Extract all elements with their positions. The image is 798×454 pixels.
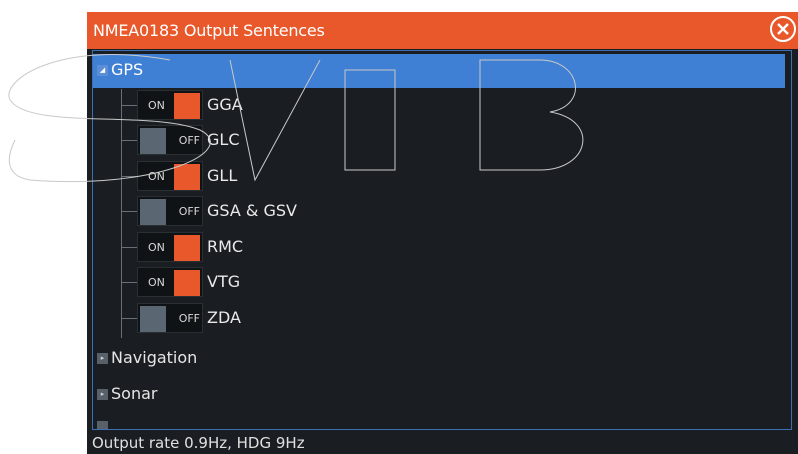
nmea-output-dialog: NMEA0183 Output Sentences ◢ GPS ON GGA O… <box>87 12 798 454</box>
toggle-zda[interactable]: OFF <box>137 303 203 333</box>
toggle-vtg[interactable]: ON <box>137 267 203 297</box>
tree-connector-branch <box>121 140 137 141</box>
toggle-state: ON <box>148 241 165 254</box>
toggle-knob <box>140 306 166 332</box>
expand-triangle-icon[interactable]: ▸ <box>97 353 108 364</box>
category-label: Sonar <box>111 384 158 403</box>
dialog-title: NMEA0183 Output Sentences <box>93 21 325 40</box>
toggle-rmc[interactable]: ON <box>137 232 203 262</box>
toggle-glc[interactable]: OFF <box>137 125 203 155</box>
toggle-gsa-gsv[interactable]: OFF <box>137 196 203 226</box>
sentence-label-zda: ZDA <box>207 308 241 327</box>
expand-triangle-icon[interactable]: ▸ <box>97 389 108 400</box>
tree-connector-branch <box>121 282 137 283</box>
category-label: Navigation <box>111 348 198 367</box>
toggle-knob <box>174 164 200 190</box>
toggle-knob <box>174 270 200 296</box>
toggle-state: ON <box>148 170 165 183</box>
sentence-label-gga: GGA <box>207 95 243 114</box>
sentence-label-gsa-gsv: GSA & GSV <box>207 201 297 220</box>
toggle-knob <box>140 199 166 225</box>
toggle-knob <box>174 93 200 119</box>
tree-connector-branch <box>121 211 137 212</box>
toggle-knob <box>140 128 166 154</box>
sentence-label-rmc: RMC <box>207 237 244 256</box>
category-label: GPS <box>111 60 144 79</box>
toggle-state: ON <box>148 276 165 289</box>
category-sonar[interactable]: ▸ Sonar <box>93 378 785 412</box>
sentence-tree: ◢ GPS ON GGA OFF GLC ON GLL OFF GSA & GS… <box>92 50 792 430</box>
close-icon[interactable] <box>770 16 796 42</box>
tree-connector-branch <box>121 247 137 248</box>
tree-connector-line <box>121 89 122 338</box>
output-rate-status: Output rate 0.9Hz, HDG 9Hz <box>92 434 305 452</box>
sentence-label-vtg: VTG <box>207 272 241 291</box>
sentence-label-gll: GLL <box>207 166 238 185</box>
tree-connector-branch <box>121 176 137 177</box>
toggle-state: ON <box>148 99 165 112</box>
close-x-glyph <box>777 23 789 35</box>
category-navigation[interactable]: ▸ Navigation <box>93 342 785 376</box>
sentence-label-glc: GLC <box>207 130 240 149</box>
collapse-triangle-icon[interactable]: ◢ <box>97 65 108 76</box>
tree-connector-branch <box>121 105 137 106</box>
toggle-gll[interactable]: ON <box>137 161 203 191</box>
tree-connector-branch <box>121 318 137 319</box>
toggle-gga[interactable]: ON <box>137 90 203 120</box>
toggle-state: OFF <box>178 312 200 325</box>
toggle-knob <box>174 235 200 261</box>
category-gps[interactable]: ◢ GPS <box>93 54 785 88</box>
status-bar: Output rate 0.9Hz, HDG 9Hz <box>87 430 798 454</box>
toggle-state: OFF <box>178 134 200 147</box>
toggle-state: OFF <box>178 205 200 218</box>
dialog-titlebar: NMEA0183 Output Sentences <box>87 12 798 49</box>
expand-triangle-icon[interactable] <box>97 421 108 429</box>
